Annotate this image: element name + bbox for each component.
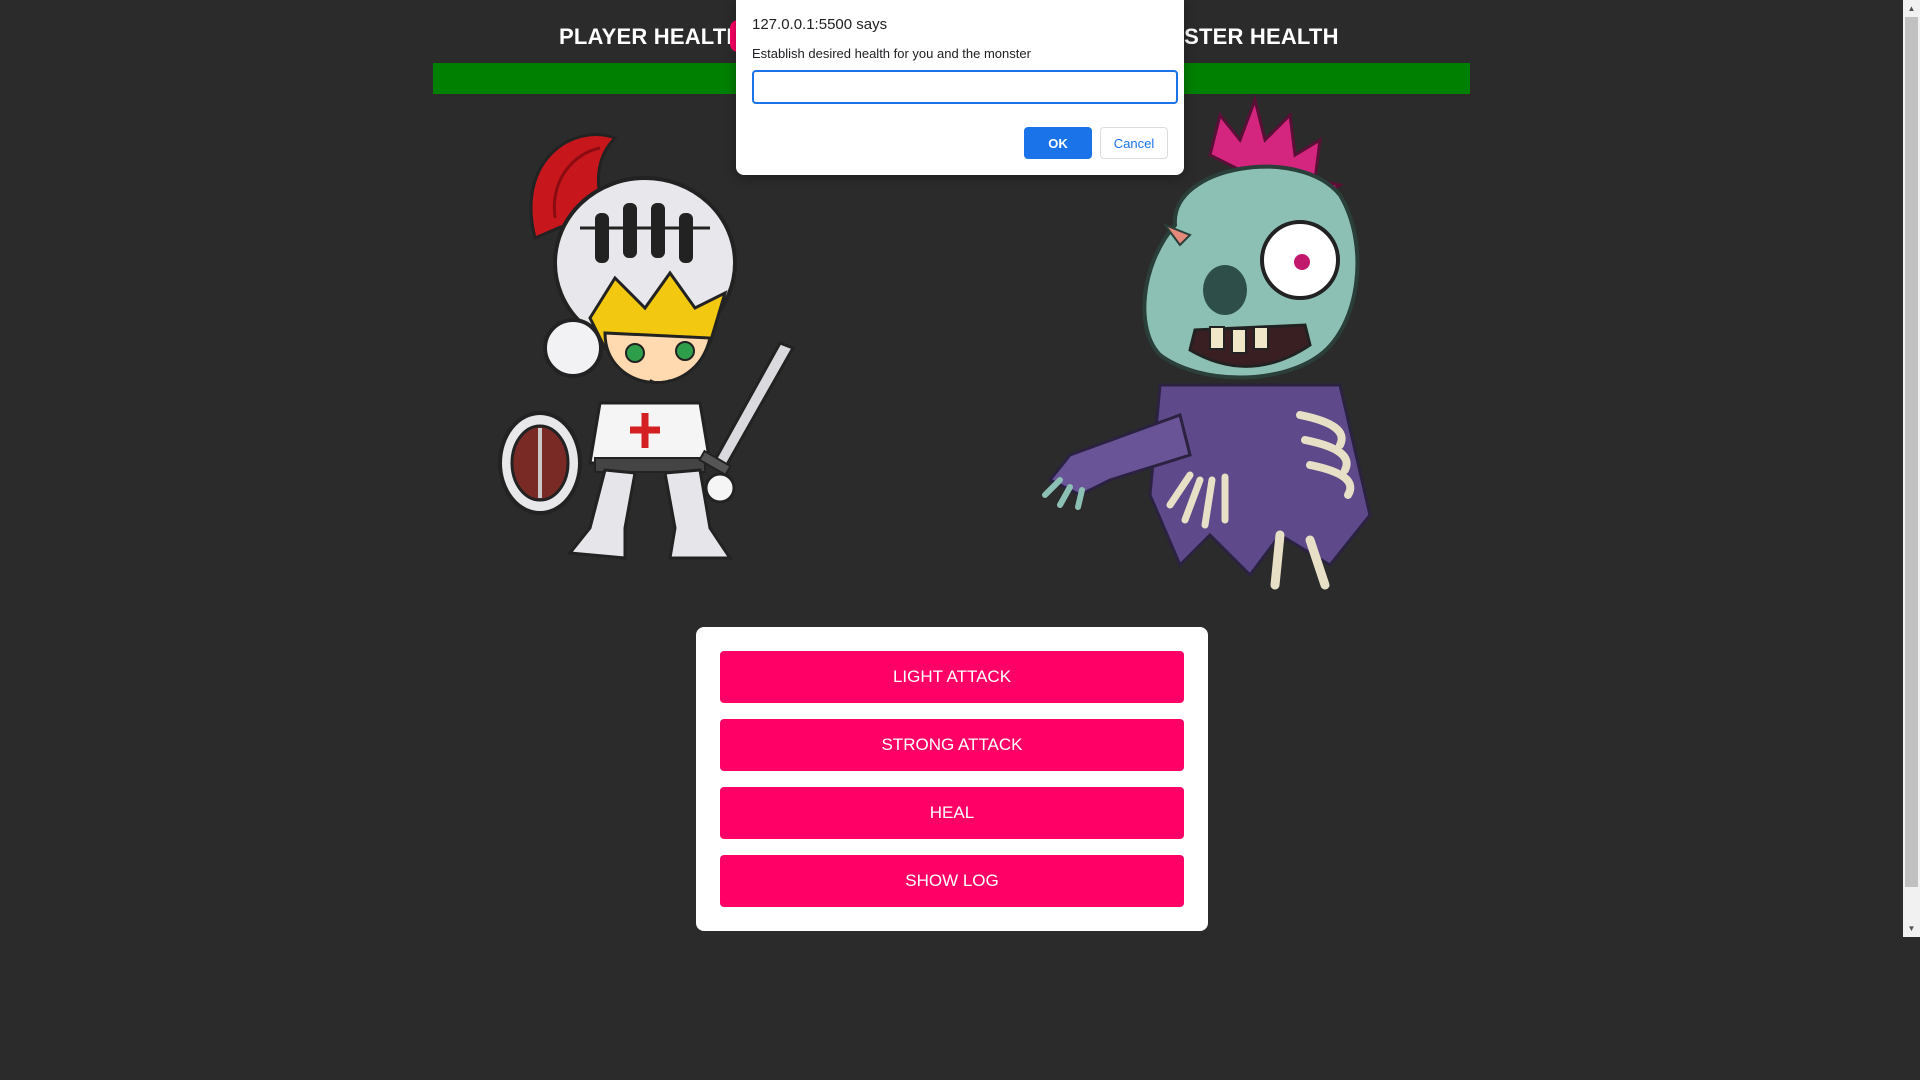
light-attack-button[interactable]: LIGHT ATTACK (720, 651, 1184, 703)
scroll-down-icon[interactable]: ▼ (1903, 920, 1920, 937)
health-input[interactable] (752, 70, 1178, 104)
cancel-button[interactable]: Cancel (1100, 127, 1168, 159)
game-page: PLAYER HEALTH NSTER HEALTH LIGHT ATTACK … (0, 0, 1920, 1080)
prompt-dialog: 127.0.0.1:5500 says Establish desired he… (736, 0, 1184, 175)
heal-button[interactable]: HEAL (720, 787, 1184, 839)
vertical-scrollbar[interactable]: ▲ ▼ (1903, 0, 1920, 937)
ok-button[interactable]: OK (1024, 127, 1092, 159)
controls-card: LIGHT ATTACK STRONG ATTACK HEAL SHOW LOG (696, 627, 1208, 931)
show-log-button[interactable]: SHOW LOG (720, 855, 1184, 907)
strong-attack-button[interactable]: STRONG ATTACK (720, 719, 1184, 771)
knight-image (498, 133, 796, 560)
monster-health-label: NSTER HEALTH (1168, 24, 1339, 49)
scroll-thumb[interactable] (1905, 17, 1918, 887)
dialog-message: Establish desired health for you and the… (752, 46, 1031, 61)
dialog-title: 127.0.0.1:5500 says (752, 16, 888, 33)
player-health-label: PLAYER HEALTH (559, 24, 743, 49)
scroll-up-icon[interactable]: ▲ (1903, 0, 1920, 17)
